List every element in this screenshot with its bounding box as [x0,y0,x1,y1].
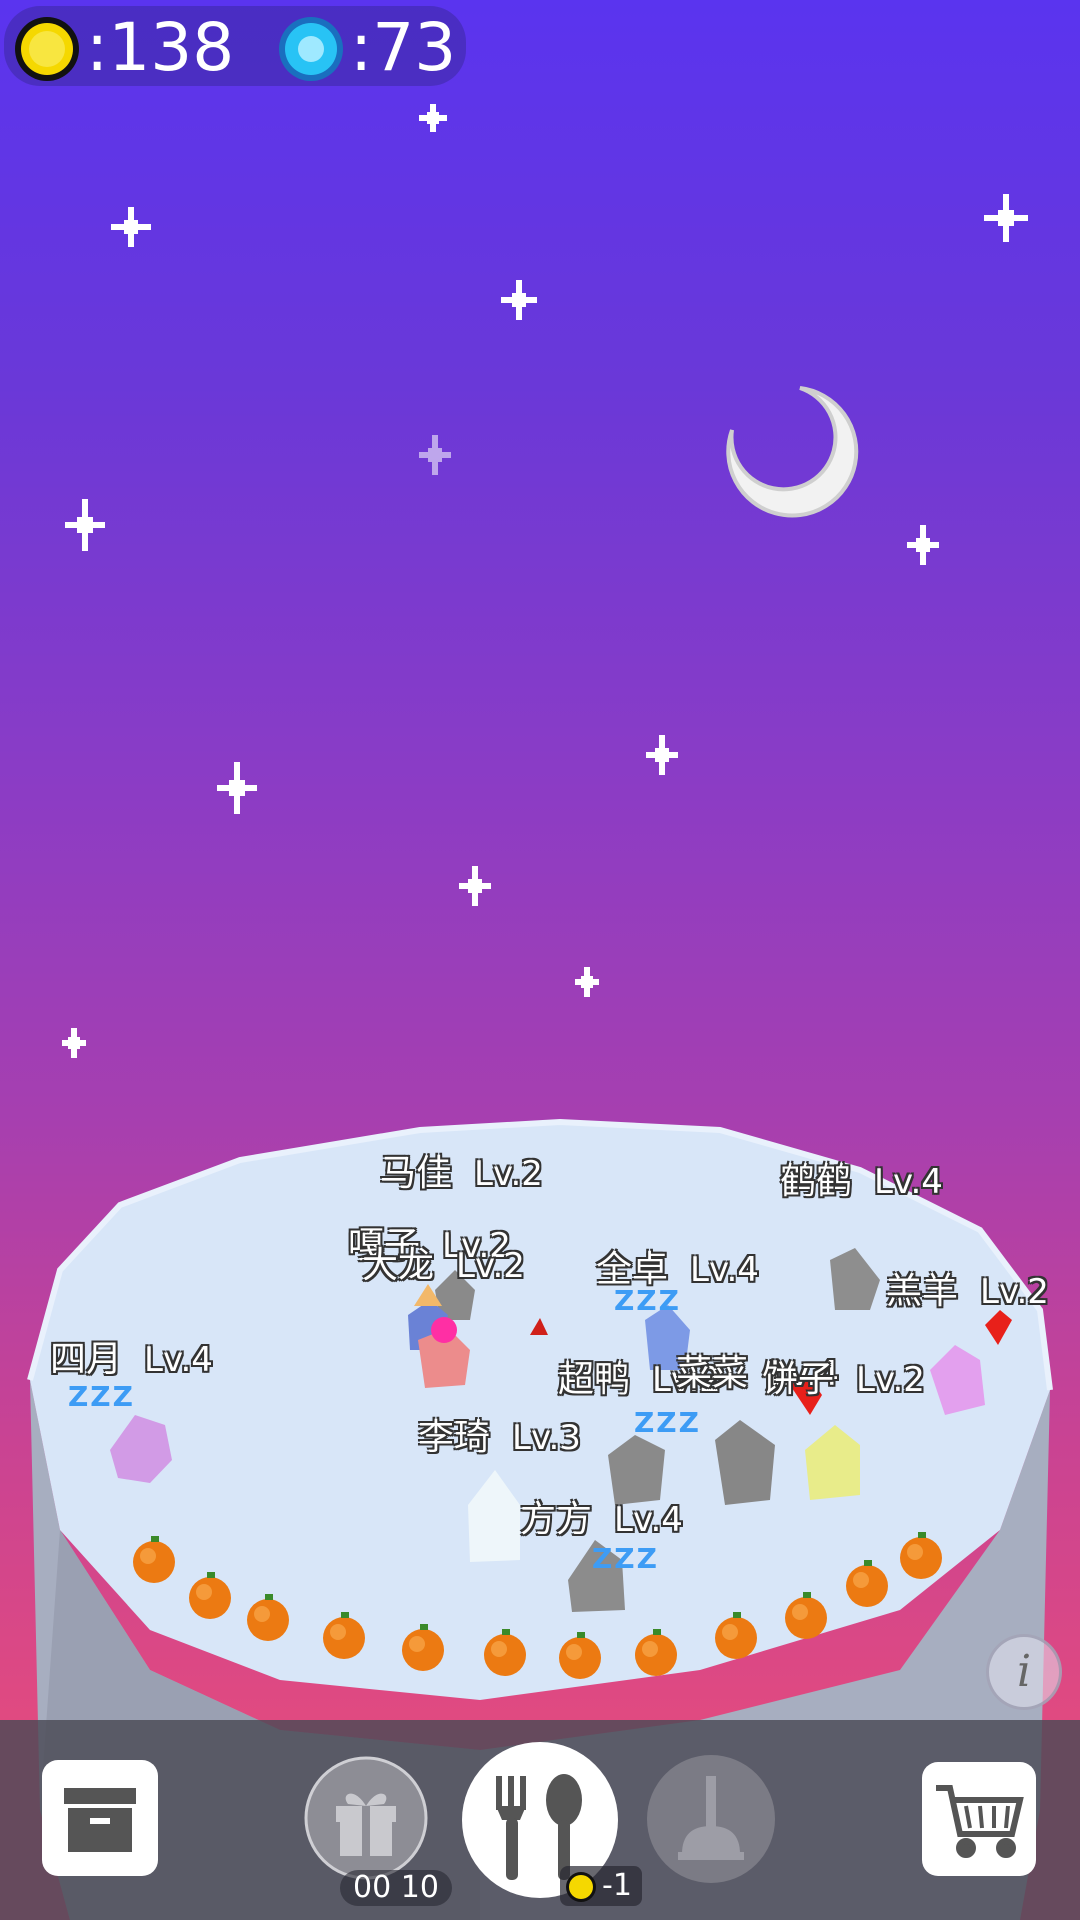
pet-figure [930,1345,985,1415]
pet-level: Lv.2 [980,1272,1049,1312]
moon-icon [726,386,859,518]
shop-button[interactable] [922,1762,1036,1876]
pet-level: Lv.3 [512,1418,581,1458]
heart-icon [985,1310,1012,1345]
pet-level: Lv.4 [614,1500,683,1540]
pet-name: 马佳 [380,1153,453,1194]
star-icon [419,435,451,475]
pet-label[interactable]: 马佳 Lv.2 [380,1144,543,1196]
pet-label[interactable]: 羔羊 Lv.2 [886,1262,1049,1314]
star-icon [217,762,257,814]
orange-icon [484,1629,526,1676]
gem-count: :73 [350,9,457,86]
pet-level: Lv.4 [144,1340,213,1380]
orange-icon [559,1632,601,1679]
star-icon [62,1028,86,1058]
pet-level: Lv.4 [690,1250,759,1290]
star-icon [907,525,939,565]
star-icon [111,207,151,247]
star-icon [575,967,599,997]
pet-name: 超鸭 [558,1359,631,1400]
sleep-indicator: ZZZ [68,1380,135,1413]
orange-icon [635,1629,677,1676]
currency-bar: :138 :73 [4,6,466,86]
pet-name: 四月 [50,1339,123,1380]
pet-label[interactable]: 方方 Lv.4 [520,1490,683,1542]
sleep-indicator: ZZZ [592,1542,659,1575]
pet-name: 鹤鹤 [780,1161,853,1202]
coin-icon [15,17,79,81]
pet-label[interactable]: 李琦 Lv.3 [418,1408,581,1460]
info-button[interactable]: i [986,1634,1062,1710]
pet-label[interactable]: 鹤鹤 Lv.4 [780,1152,943,1204]
pet-figure [110,1415,172,1483]
pet-level: Lv.2 [456,1246,525,1286]
star-icon [646,735,678,775]
pet-level: Lv.4 [874,1162,943,1202]
feed-cost-value: -1 [602,1868,632,1903]
pet-label[interactable]: 四月 Lv.4 [50,1330,213,1382]
pet-figure [715,1420,775,1505]
star-icon [984,194,1028,242]
pet-figure [468,1470,520,1562]
pet-label[interactable]: 大龙 Lv.2 [362,1236,525,1288]
orange-icon [402,1624,444,1671]
pet-name: 方方 [520,1499,593,1540]
sleep-indicator: ZZZ [614,1284,681,1317]
star-icon [419,104,447,132]
pet-figure [805,1425,860,1500]
pet-figure [830,1248,880,1310]
pet-name: 大龙 [362,1245,435,1286]
coin-count: :138 [86,9,235,86]
pet-level: Lv.2 [856,1360,925,1400]
gem-icon [279,17,343,81]
pet-name: 羔羊 [886,1271,959,1312]
clean-button[interactable] [646,1754,776,1884]
feed-cost: -1 [560,1866,642,1906]
star-icon [501,280,537,320]
pet-name: 菜菜 [676,1353,749,1394]
box-icon [64,1788,136,1852]
pet-level: Lv.2 [474,1154,543,1194]
gift-button[interactable] [304,1756,428,1880]
gift-timer: 00 10 [340,1870,452,1906]
pet-name: 李琦 [418,1417,491,1458]
coin-icon [566,1872,596,1902]
night-sky [62,104,1028,1058]
star-icon [65,499,105,551]
storage-button[interactable] [42,1760,158,1876]
pet-label[interactable]: 饼子 Lv.2 [762,1350,925,1402]
pet-name: 饼子 [762,1359,835,1400]
star-icon [459,866,491,906]
sleep-indicator: ZZZ [634,1406,701,1439]
watermelon-icon [530,1318,548,1335]
bow-icon [431,1317,457,1343]
